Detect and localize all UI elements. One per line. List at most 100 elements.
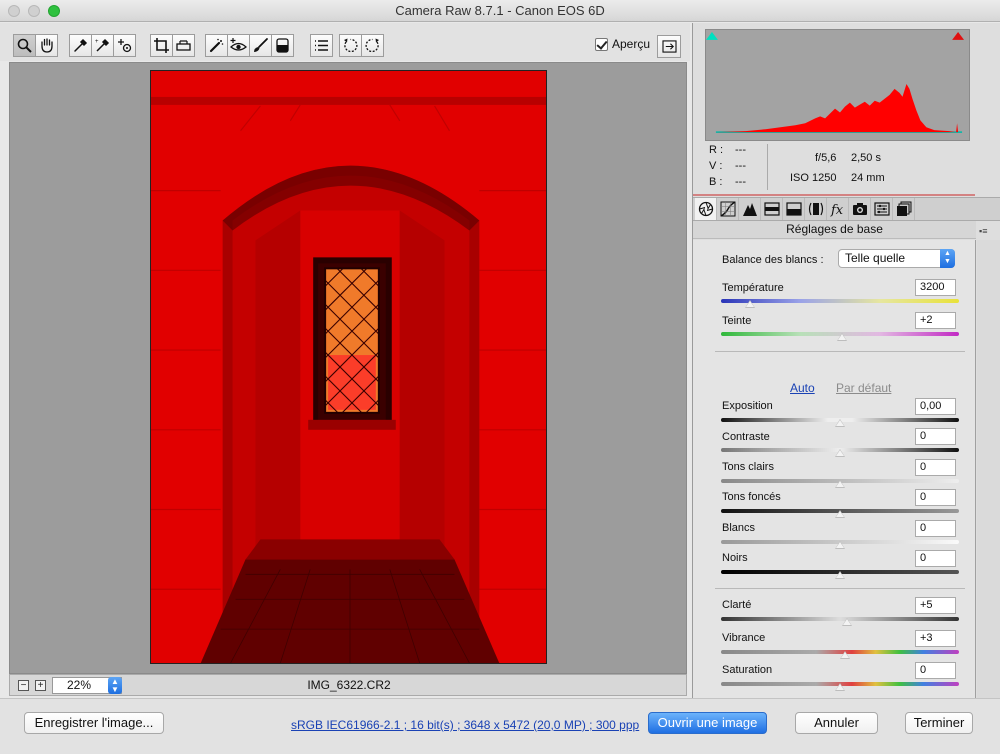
panel-scrollbar[interactable] [977,240,1000,698]
panel-title: Réglages de base [693,221,976,239]
highlights-slider-thumb[interactable] [835,480,845,489]
save-image-button[interactable]: Enregistrer l'image... [24,712,164,734]
temperature-slider[interactable] [721,299,959,303]
tint-label: Teinte [722,315,752,327]
hsl-icon [763,202,780,216]
close-window-button[interactable] [8,5,20,17]
preview-status-bar: − + 22% ▲ ▼ IMG_6322.CR2 [9,674,687,696]
v-value: --- [735,160,746,172]
targeted-adjustment-tool[interactable] [113,34,136,57]
tab-presets[interactable] [871,198,893,220]
saturation-slider-thumb[interactable] [835,683,845,692]
exposure-input[interactable]: 0,00 [915,398,956,415]
color-sampler-tool[interactable]: + [91,34,114,57]
b-label: B : [709,176,723,188]
whites-input[interactable]: 0 [915,520,956,537]
shadow-clipping-warning[interactable] [706,30,720,44]
bottom-bar: Enregistrer l'image... sRGB IEC61966-2.1… [0,698,1000,754]
histogram-graph [706,31,965,133]
exposure-slider-thumb[interactable] [835,419,845,428]
hand-icon [41,38,53,53]
r-label: R : [709,144,724,156]
zoom-tool[interactable] [13,34,36,57]
exposure-label: Exposition [722,400,773,412]
info-separator [693,194,975,196]
section-divider [715,588,965,589]
magnifier-icon [17,38,32,53]
white-balance-dropdown-arrow: ▲ ▼ [940,249,955,268]
zoom-window-button[interactable] [48,5,60,17]
graduated-filter-tool[interactable] [271,34,294,57]
tab-camera-calibration[interactable] [849,198,871,220]
temperature-input[interactable]: 3200 [915,279,956,296]
svg-text:fx: fx [830,203,844,217]
white-balance-select[interactable]: Telle quelle ▲ ▼ [838,249,955,268]
tab-basic[interactable] [695,198,717,220]
preview-toggle[interactable]: Aperçu [595,37,650,51]
open-image-button[interactable]: Ouvrir une image [648,712,767,734]
lens-icon [808,202,823,216]
preferences-tool[interactable] [310,34,333,57]
section-divider [715,351,965,352]
image-preview-area[interactable] [9,62,687,674]
default-link[interactable]: Par défaut [836,381,891,395]
camera-icon [852,203,867,215]
rotate-cw-icon [365,38,379,53]
whites-label: Blancs [722,522,756,534]
highlights-input[interactable]: 0 [915,459,956,476]
highlight-clipping-warning[interactable] [955,30,969,44]
adjustment-brush-tool[interactable] [249,34,272,57]
mountain-icon [742,203,757,216]
rotate-left-tool[interactable] [339,34,362,57]
temperature-slider-thumb[interactable] [744,300,755,309]
red-eye-tool[interactable] [227,34,250,57]
straighten-tool[interactable] [172,34,195,57]
tint-slider-thumb[interactable] [837,333,848,342]
focal-length-value: 24 mm [851,172,885,184]
tab-effects[interactable]: fx [827,198,849,220]
done-button[interactable]: Terminer [905,712,973,734]
info-divider [767,144,768,190]
shadows-input[interactable]: 0 [915,489,956,506]
vibrance-slider-thumb[interactable] [839,651,850,660]
minimize-window-button[interactable] [28,5,40,17]
tab-detail[interactable] [739,198,761,220]
panel-menu-button[interactable]: ▪≡ [979,226,987,236]
rotate-ccw-icon [344,38,358,53]
blacks-input[interactable]: 0 [915,550,956,567]
tab-tone-curve[interactable] [717,198,739,220]
tab-split-toning[interactable] [783,198,805,220]
tab-hsl[interactable] [761,198,783,220]
blacks-slider-thumb[interactable] [835,571,845,580]
vibrance-label: Vibrance [722,632,766,644]
hand-tool[interactable] [35,34,58,57]
v-label: V : [709,160,723,172]
tab-lens-corrections[interactable] [805,198,827,220]
presets-icon [873,202,890,216]
r-value: --- [735,144,746,156]
preview-checkbox[interactable] [595,37,608,51]
clarity-slider[interactable] [721,617,959,621]
fullscreen-button[interactable] [657,35,681,58]
crop-tool[interactable] [150,34,173,57]
contrast-slider-thumb[interactable] [835,449,845,458]
tint-input[interactable]: +2 [915,312,956,329]
auto-link[interactable]: Auto [790,381,815,395]
graduated-filter-icon [276,38,289,53]
saturation-input[interactable]: 0 [915,662,956,679]
contrast-input[interactable]: 0 [915,428,956,445]
color-sampler-icon: + [95,38,110,52]
shadows-slider-thumb[interactable] [835,510,845,519]
spot-removal-tool[interactable] [205,34,228,57]
clarity-input[interactable]: +5 [915,597,956,614]
photo-preview[interactable] [150,70,547,664]
cancel-button[interactable]: Annuler [795,712,878,734]
white-balance-tool[interactable] [69,34,92,57]
target-adjust-icon [118,39,132,53]
vibrance-input[interactable]: +3 [915,630,956,647]
workflow-options-link[interactable]: sRGB IEC61966-2.1 ; 16 bit(s) ; 3648 x 5… [291,718,639,732]
whites-slider-thumb[interactable] [835,541,845,550]
clarity-slider-thumb[interactable] [842,618,853,627]
tab-snapshots[interactable] [893,198,915,220]
rotate-right-tool[interactable] [361,34,384,57]
